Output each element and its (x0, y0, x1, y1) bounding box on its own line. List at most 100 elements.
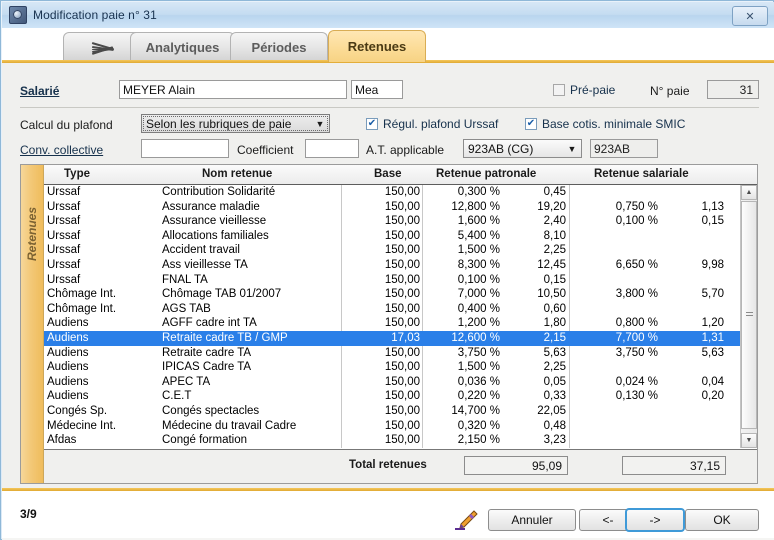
cell-base: 150,00 (384, 361, 420, 374)
prepaie-label: Pré-paie (570, 83, 616, 97)
prepaie-checkbox[interactable]: ✔ Pré-paie (553, 83, 615, 97)
total-salariale-field (622, 456, 726, 475)
cell-type: Audiens (47, 390, 89, 403)
total-patronale-field (464, 456, 568, 475)
cell-type: Chômage Int. (47, 302, 117, 315)
cell-salariale-rate: 6,650 % (615, 258, 658, 271)
column-header-patronale: Retenue patronale (436, 168, 537, 180)
pencil-icon[interactable] (453, 509, 479, 531)
cell-patronale-amount: 0,60 (543, 302, 566, 315)
prepaie-checkbox-box: ✔ (553, 84, 565, 96)
next-button[interactable]: -> (625, 508, 685, 532)
cell-patronale-amount: 12,45 (537, 258, 566, 271)
cell-patronale-rate: 0,036 % (457, 375, 500, 388)
title-bar: Modification paie n° 31 ✕ (2, 2, 774, 29)
salarie-input[interactable] (119, 80, 347, 99)
cell-patronale-rate: 12,600 % (451, 331, 500, 344)
scrollbar-thumb[interactable] (741, 201, 757, 429)
table-row[interactable]: Urssaf Contribution Solidarité 150,00 0,300… (44, 185, 757, 200)
regul-plafond-checkbox[interactable]: ✔ Régul. plafond Urssaf (366, 117, 498, 131)
cell-type: Congés Sp. (47, 404, 108, 417)
cell-nom-retenue: Contribution Solidarité (162, 186, 276, 198)
table-row[interactable]: Urssaf FNAL TA 150,00 0,100 % 0,15 (44, 273, 757, 288)
cell-base: 150,00 (384, 434, 420, 447)
grid-rows[interactable]: Urssaf Contribution Solidarité 150,00 0,300… (44, 185, 757, 448)
cell-type: Audiens (47, 331, 89, 344)
tab-analytiques[interactable]: Analytiques (130, 32, 235, 62)
base-cotis-label: Base cotis. minimale SMIC (542, 117, 686, 131)
at-applicable-value: 923AB (CG) (468, 142, 534, 156)
form-panel: Salarié ✔ Pré-paie N° paie Calcul du pla… (2, 63, 774, 488)
cell-nom-retenue: Allocations familiales (162, 229, 269, 242)
grid-total-bar: Total retenues (44, 449, 757, 483)
calcul-plafond-select[interactable]: Selon les rubriques de paie ▼ (141, 114, 330, 133)
cell-salariale-rate: 0,024 % (615, 375, 658, 388)
cell-nom-retenue: Retraite cadre TA (162, 346, 252, 359)
salarie-code-input[interactable] (351, 80, 403, 99)
cell-salariale-rate: 0,750 % (615, 200, 658, 213)
cell-patronale-rate: 0,100 % (457, 273, 500, 286)
conv-collective-input[interactable] (141, 139, 229, 158)
cell-base: 150,00 (384, 419, 420, 432)
tab-retenues[interactable]: Retenues (328, 30, 426, 62)
table-row[interactable]: Audiens AGFF cadre int TA 150,00 1,200 % 1,8… (44, 316, 757, 331)
table-row[interactable]: Chômage Int. AGS TAB 150,00 0,400 % 0,60 (44, 302, 757, 317)
cancel-button[interactable]: Annuler (488, 509, 576, 531)
tab-periodes[interactable]: Périodes (230, 32, 328, 62)
cell-type: Urssaf (47, 200, 81, 213)
cell-salariale-rate: 0,800 % (615, 317, 658, 330)
cell-salariale-amount: 0,20 (701, 390, 724, 403)
table-row[interactable]: Audiens Retraite cadre TB / GMP 17,03 12,60… (44, 330, 757, 346)
cell-type: Urssaf (47, 244, 81, 257)
table-row[interactable]: Audiens C.E.T 150,00 0,220 % 0,33 0,130 % 0,20 (44, 389, 757, 404)
cell-base: 150,00 (384, 317, 420, 330)
cell-base: 150,00 (384, 244, 420, 257)
cell-type: Afdas (47, 434, 77, 447)
grid-scrollbar[interactable]: ▲ ▼ (740, 185, 757, 448)
tab-strip: Analytiques Périodes Retenues (2, 28, 774, 62)
cell-patronale-amount: 0,45 (543, 186, 566, 198)
page-indicator: 3/9 (20, 507, 37, 521)
table-row[interactable]: Audiens IPICAS Cadre TA 150,00 1,500 % 2,25 (44, 360, 757, 375)
cell-patronale-rate: 0,320 % (457, 419, 500, 432)
cell-patronale-amount: 2,25 (543, 361, 566, 374)
table-row[interactable]: Médecine Int. Médecine du travail Cadre 15… (44, 419, 757, 434)
cell-base: 150,00 (384, 375, 420, 388)
cell-patronale-rate: 3,750 % (457, 346, 500, 359)
ok-button[interactable]: OK (685, 509, 759, 531)
cell-type: Urssaf (47, 273, 81, 286)
at-applicable-select[interactable]: 923AB (CG) ▼ (463, 139, 582, 158)
table-row[interactable]: Chômage Int. Chômage TAB 01/2007 150,00 7,0… (44, 287, 757, 302)
no-paie-input[interactable] (707, 80, 759, 99)
scroll-up-button[interactable]: ▲ (741, 185, 757, 200)
table-row[interactable]: Congés Sp. Congés spectacles 150,00 14,700 … (44, 404, 757, 419)
cell-nom-retenue: Assurance vieillesse (162, 215, 267, 228)
table-row[interactable]: Urssaf Ass vieillesse TA 150,00 8,300 % 12,4… (44, 258, 757, 273)
table-row[interactable]: Urssaf Accident travail 150,00 1,500 % 2,25 (44, 243, 757, 258)
grid-side-tab[interactable]: Retenues (21, 165, 44, 483)
base-cotis-checkbox[interactable]: ✔ Base cotis. minimale SMIC (525, 117, 685, 131)
cell-patronale-rate: 0,220 % (457, 390, 500, 403)
table-row[interactable]: Urssaf Assurance maladie 150,00 12,800 % 19,… (44, 200, 757, 215)
at-code-input[interactable] (590, 139, 658, 158)
cell-salariale-rate: 3,800 % (615, 288, 658, 301)
table-row[interactable]: Urssaf Allocations familiales 150,00 5,400 … (44, 229, 757, 244)
grid-header: Type Nom retenue Base Retenue patronale … (44, 165, 757, 185)
chevron-down-icon: ▼ (315, 118, 325, 129)
coefficient-input[interactable] (305, 139, 359, 158)
cell-type: Audiens (47, 361, 89, 374)
grid-body: Type Nom retenue Base Retenue patronale … (44, 165, 757, 483)
cell-base: 150,00 (384, 390, 420, 403)
table-row[interactable]: Afdas Congé formation 150,00 2,150 % 3,23 (44, 433, 757, 448)
scroll-down-button[interactable]: ▼ (741, 433, 757, 448)
table-row[interactable]: Urssaf Assurance vieillesse 150,00 1,600 % 2… (44, 214, 757, 229)
cell-patronale-amount: 2,25 (543, 244, 566, 257)
no-paie-label: N° paie (650, 84, 690, 98)
cell-patronale-amount: 19,20 (537, 200, 566, 213)
table-row[interactable]: Audiens Retraite cadre TA 150,00 3,750 % 5,6… (44, 346, 757, 361)
cell-patronale-rate: 2,150 % (457, 434, 500, 447)
cell-salariale-amount: 0,04 (701, 375, 724, 388)
close-icon[interactable]: ✕ (732, 6, 768, 26)
table-row[interactable]: Audiens APEC TA 150,00 0,036 % 0,05 0,024 % 0,… (44, 375, 757, 390)
chevron-down-icon: ▼ (567, 143, 577, 154)
